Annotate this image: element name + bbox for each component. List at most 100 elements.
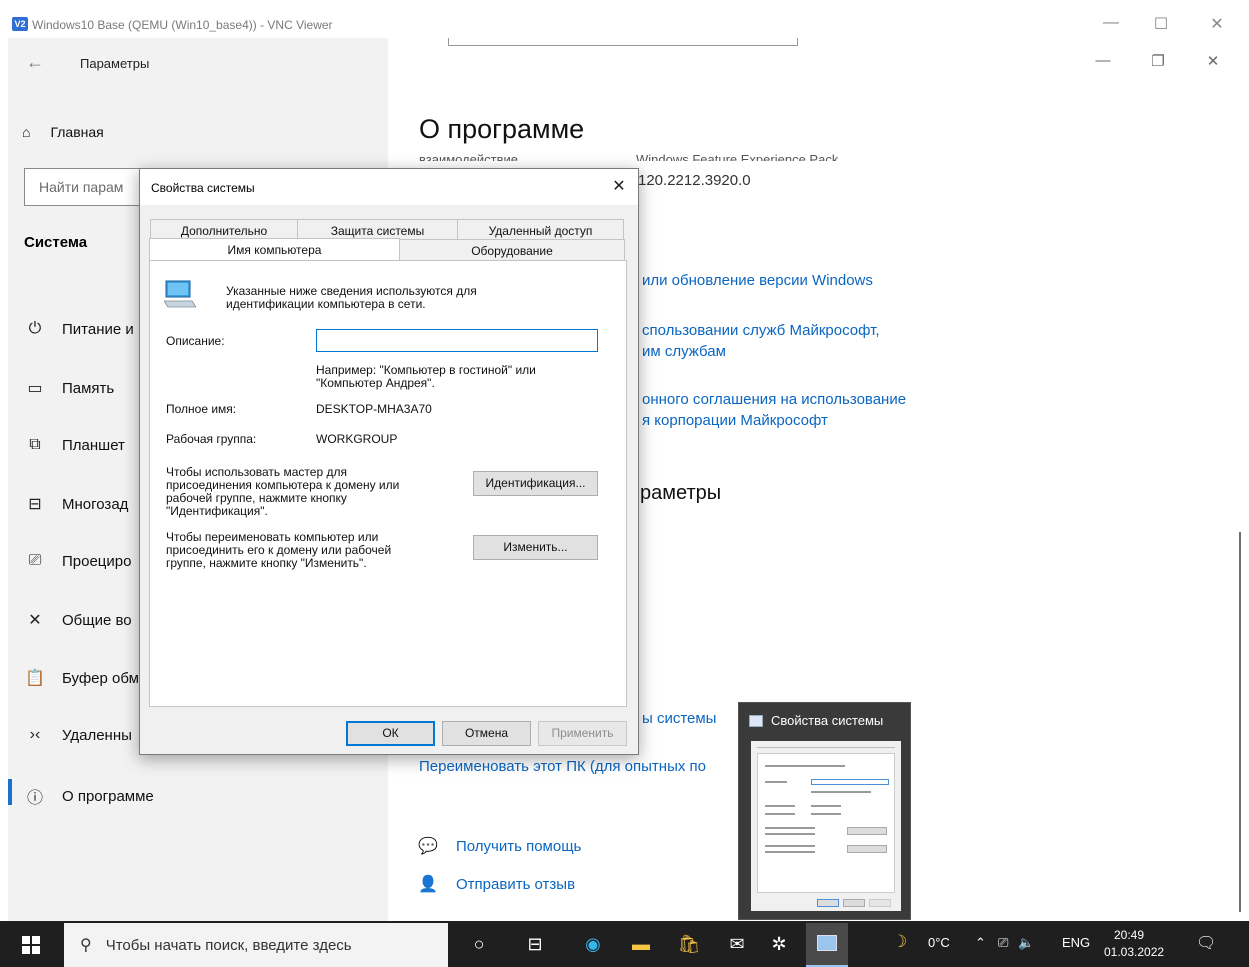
tray-expand-icon[interactable]: ⌃	[975, 935, 986, 951]
sidebar-item-shared[interactable]: ✕ Общие во	[22, 610, 132, 630]
sidebar-item-about[interactable]: ⓘ О программе	[22, 784, 154, 808]
feedback-icon: 👤	[418, 876, 438, 893]
sidebar-item-label: Удаленны	[62, 726, 132, 744]
workgroup-label: Рабочая группа:	[166, 432, 257, 446]
notifications-icon[interactable]: 🗨	[1196, 933, 1216, 953]
version-text: 120.2212.3920.0	[638, 172, 751, 189]
windows-logo-icon	[22, 936, 30, 944]
sidebar-item-label: Буфер обм	[62, 669, 139, 687]
feedback-label: Отправить отзыв	[456, 875, 576, 893]
weather-moon-icon[interactable]: ☽	[892, 932, 907, 952]
tablet-icon: ⧉	[29, 436, 41, 453]
clock-time: 20:49	[1113, 928, 1145, 942]
file-explorer-icon[interactable]: ▬	[626, 931, 656, 957]
clipboard-icon: 📋	[25, 670, 45, 687]
sidebar-home-label: Главная	[50, 124, 104, 140]
temperature-text[interactable]: 0°C	[928, 935, 950, 950]
settings-minimize-button[interactable]: —	[1088, 52, 1118, 69]
workgroup-value: WORKGROUP	[316, 432, 398, 446]
multitasking-icon: ⊟	[28, 496, 42, 513]
sidebar-item-tablet[interactable]: ⧉ Планшет	[22, 436, 125, 454]
license-link-line2[interactable]: я корпорации Майкрософт	[642, 412, 828, 429]
get-help-link[interactable]: 💬 Получить помощь	[418, 836, 581, 856]
dialog-title-bar: Свойства системы ✕	[140, 169, 638, 205]
thumbnail-content	[751, 741, 901, 911]
language-indicator[interactable]: ENG	[1062, 935, 1090, 950]
sidebar-item-label: Планшет	[62, 436, 125, 454]
page-title: О программе	[419, 114, 585, 144]
vnc-minimize-button[interactable]: —	[1096, 14, 1126, 32]
taskbar-thumbnail-preview[interactable]: Свойства системы	[738, 702, 911, 920]
rename-text-line3: группе, нажмите кнопку "Изменить".	[166, 556, 367, 570]
start-button[interactable]	[22, 936, 40, 954]
tab-remote[interactable]: Удаленный доступ	[457, 219, 624, 241]
sidebar-item-label: О программе	[62, 787, 154, 805]
help-chat-icon: 💬	[418, 838, 438, 855]
rename-pc-link[interactable]: Переименовать этот ПК (для опытных по	[419, 758, 706, 775]
vnc-logo-icon: V2	[12, 17, 28, 31]
taskbar-search-box[interactable]: ⚲ Чтобы начать поиск, введите здесь	[64, 923, 448, 967]
settings-restore-button[interactable]: ❐	[1143, 52, 1173, 70]
computer-icon	[164, 280, 196, 308]
system-properties-dialog: Свойства системы ✕ Дополнительно Защита …	[139, 168, 639, 755]
settings-gear-icon[interactable]: ✲	[764, 931, 794, 957]
upgrade-windows-link[interactable]: или обновление версии Windows	[642, 272, 873, 289]
description-label: Описание:	[166, 334, 225, 348]
sidebar-home[interactable]: ⌂ Главная	[22, 124, 104, 140]
edge-browser-icon[interactable]: ◉	[578, 931, 608, 957]
sidebar-item-projecting[interactable]: ⎚ Проециро	[22, 552, 132, 570]
settings-scrollbar[interactable]	[1239, 532, 1241, 912]
feedback-link[interactable]: 👤 Отправить отзыв	[418, 874, 575, 894]
sidebar-item-multitasking[interactable]: ⊟ Многозад	[22, 494, 128, 514]
sidebar-item-label: Многозад	[62, 495, 129, 513]
faded-text-left: взаимодействие	[419, 152, 519, 161]
cancel-button[interactable]: Отмена	[442, 721, 531, 746]
back-arrow-icon[interactable]: ←	[26, 52, 44, 73]
shared-icon: ✕	[28, 612, 42, 629]
identify-button[interactable]: Идентификация...	[473, 471, 598, 496]
related-settings-heading: раметры	[640, 482, 722, 504]
settings-window-title: Параметры	[80, 56, 150, 71]
system-properties-taskbar-button[interactable]	[806, 923, 848, 967]
volume-icon[interactable]: 🔈	[1018, 935, 1034, 951]
example-text-line2: "Компьютер Андрея".	[316, 376, 435, 390]
sidebar-item-label: Питание и	[62, 320, 134, 338]
ok-button[interactable]: ОК	[346, 721, 435, 746]
apply-button[interactable]: Применить	[538, 721, 627, 746]
taskbar: ⚲ Чтобы начать поиск, введите здесь ○ ⊟ …	[0, 921, 1249, 967]
taskbar-clock[interactable]: 20:49 01.03.2022	[1104, 927, 1165, 961]
services-link-line2[interactable]: им службам	[642, 343, 726, 360]
sidebar-item-clipboard[interactable]: 📋 Буфер обм	[22, 668, 139, 688]
tab-computer-name[interactable]: Имя компьютера	[149, 238, 400, 262]
vnc-close-button[interactable]: ✕	[1202, 14, 1232, 34]
projecting-icon: ⎚	[28, 552, 42, 569]
sidebar-item-power[interactable]: ⏻ Питание и	[22, 320, 134, 338]
network-icon[interactable]: ⎚	[998, 935, 1008, 951]
store-icon[interactable]: 🛍	[674, 931, 704, 957]
sidebar-item-label: Память	[62, 379, 115, 397]
cortana-icon[interactable]: ○	[464, 931, 494, 957]
vnc-window-title: Windows10 Base (QEMU (Win10_base4)) - VN…	[32, 18, 333, 32]
clock-date: 01.03.2022	[1104, 945, 1165, 959]
change-button[interactable]: Изменить...	[473, 535, 598, 560]
sidebar-item-remote[interactable]: ›‹ Удаленны	[22, 726, 132, 744]
active-item-indicator	[8, 779, 12, 805]
sidebar-item-storage[interactable]: ▭ Память	[22, 378, 114, 398]
fullname-label: Полное имя:	[166, 402, 237, 416]
tab-hardware[interactable]: Оборудование	[399, 239, 625, 261]
sidebar-item-label: Общие во	[62, 611, 132, 629]
remote-desktop-icon: ›‹	[29, 726, 41, 743]
taskbar-search-placeholder: Чтобы начать поиск, введите здесь	[105, 936, 352, 954]
description-input[interactable]	[316, 329, 598, 352]
intro-text-line2: идентификации компьютера в сети.	[226, 297, 426, 311]
services-link-line1[interactable]: спользовании служб Майкрософт,	[642, 322, 880, 339]
dialog-close-button[interactable]: ✕	[608, 177, 630, 197]
thumbnail-title: Свойства системы	[749, 713, 883, 728]
settings-close-button[interactable]: ✕	[1198, 52, 1228, 70]
mail-icon[interactable]: ✉	[722, 931, 752, 957]
task-view-icon[interactable]: ⊟	[520, 931, 550, 957]
vnc-maximize-button[interactable]: ☐	[1146, 14, 1176, 34]
computer-name-panel: Указанные ниже сведения используются для…	[149, 260, 627, 707]
system-properties-link[interactable]: ы системы	[642, 710, 716, 727]
license-link-line1[interactable]: онного соглашения на использование	[642, 391, 906, 408]
